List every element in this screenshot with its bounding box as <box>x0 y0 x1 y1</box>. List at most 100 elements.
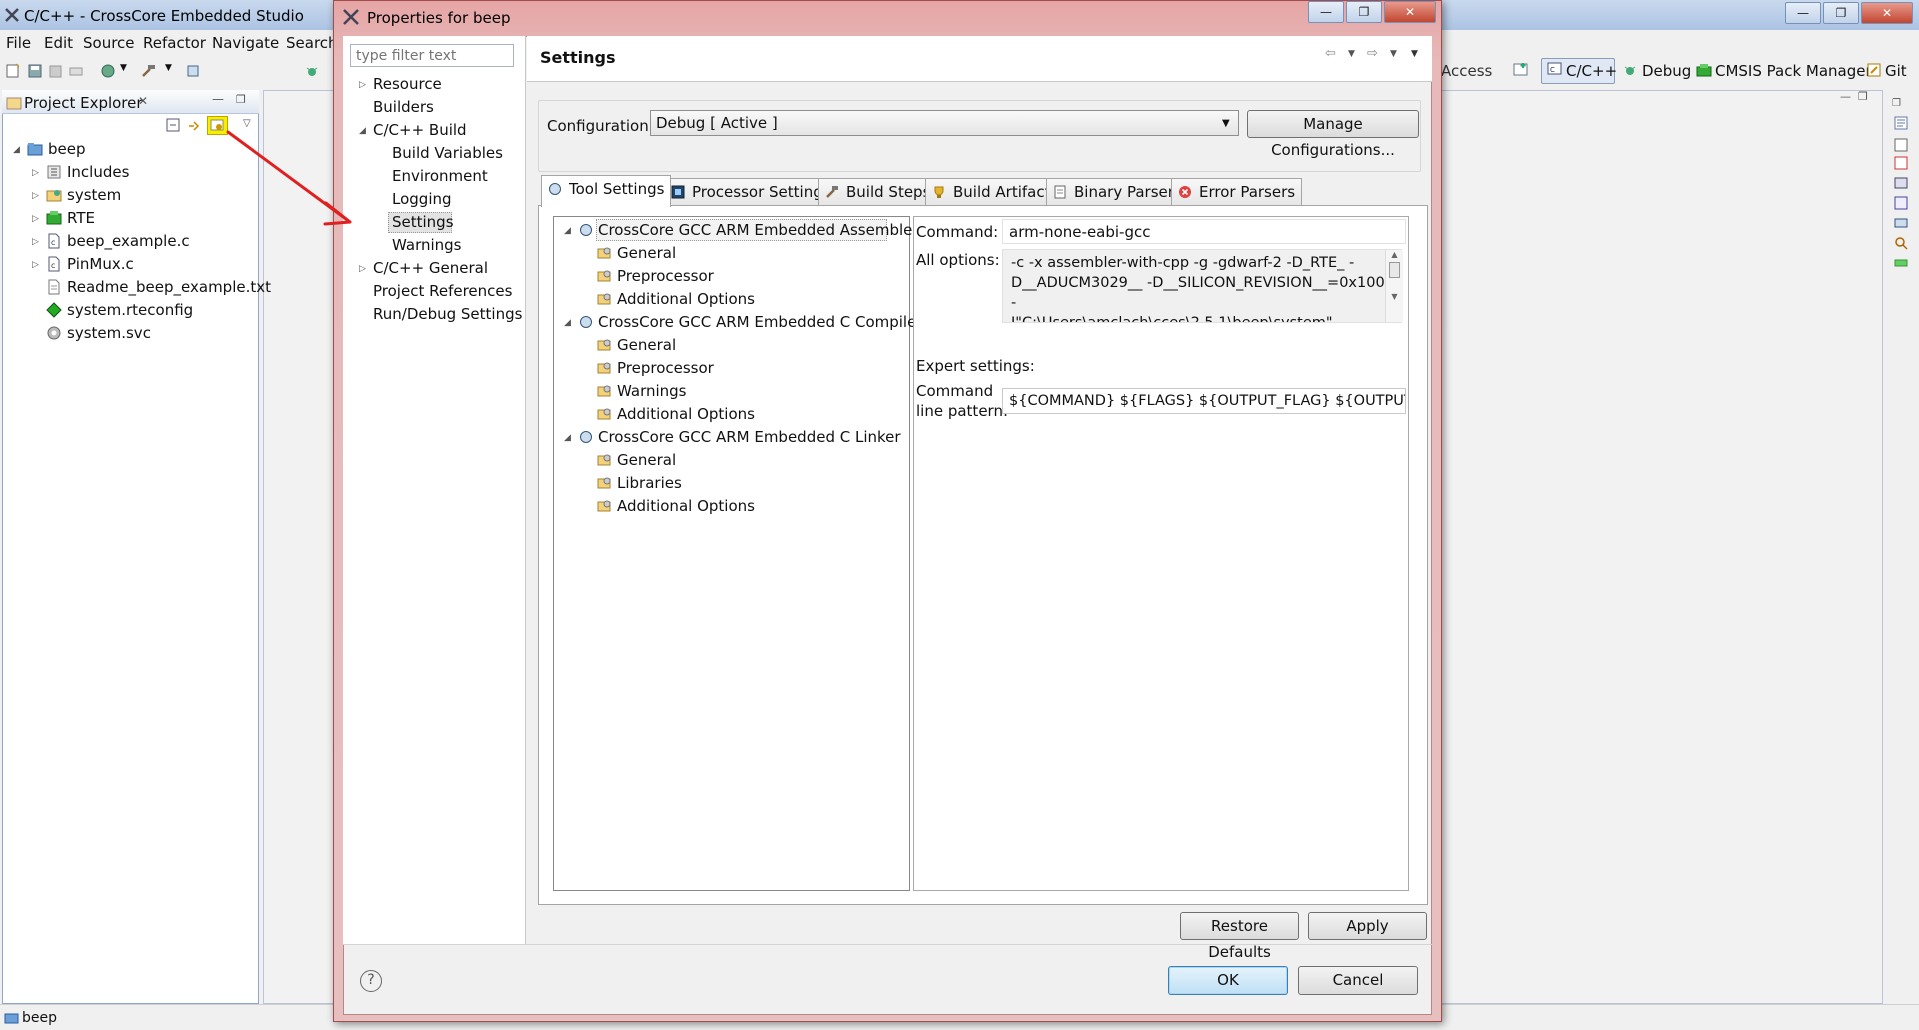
perspective-cmsis[interactable]: CMSIS Pack Manager <box>1715 62 1872 80</box>
tree-item-system-svc[interactable]: system.svc <box>67 324 151 342</box>
expand-arrow-icon[interactable]: ◢ <box>564 226 571 236</box>
tab-processor-settings[interactable]: Processor Settings <box>664 178 838 205</box>
assembler-additional-options[interactable]: Additional Options <box>617 290 755 308</box>
assembler-preprocessor[interactable]: Preprocessor <box>617 267 714 285</box>
new-icon[interactable] <box>5 63 21 79</box>
save-icon[interactable] <box>27 63 43 79</box>
page-menu-icon[interactable]: ▼ <box>1411 49 1418 59</box>
configuration-select[interactable]: Debug [ Active ] <box>650 110 1239 136</box>
hammer-icon[interactable] <box>140 63 156 79</box>
nav-resource[interactable]: Resource <box>373 75 442 93</box>
open-perspective-icon[interactable] <box>1512 61 1530 79</box>
tree-item-beep-example-c[interactable]: beep_example.c <box>67 232 190 250</box>
tree-item-system[interactable]: system <box>67 186 121 204</box>
tree-item-rteconfig[interactable]: system.rteconfig <box>67 301 193 319</box>
close-icon[interactable]: ✕ <box>1384 1 1436 23</box>
perspective-cpp[interactable]: C/C++ <box>1566 62 1617 80</box>
expand-arrow-icon[interactable]: ◢ <box>13 145 20 155</box>
view-menu-icon[interactable]: ▽ <box>243 118 251 129</box>
compiler-general[interactable]: General <box>617 336 676 354</box>
perspective-debug[interactable]: Debug <box>1642 62 1691 80</box>
tree-item-pinmux-c[interactable]: PinMux.c <box>67 255 134 273</box>
nav-build-variables[interactable]: Build Variables <box>392 144 503 162</box>
manage-configurations-button[interactable]: Manage Configurations... <box>1247 110 1419 159</box>
project-explorer-title[interactable]: Project Explorer <box>24 94 143 112</box>
dropdown-arrow-icon[interactable]: ▼ <box>1390 49 1397 59</box>
apply-button[interactable]: Apply <box>1308 912 1427 940</box>
restore-icon[interactable]: ❐ <box>1892 98 1901 109</box>
tool-compiler[interactable]: CrossCore GCC ARM Embedded C Compiler <box>598 313 923 331</box>
tool-assembler[interactable]: CrossCore GCC ARM Embedded Assembler <box>598 221 919 239</box>
minimize-icon[interactable]: — <box>1785 2 1821 24</box>
menu-navigate[interactable]: Navigate <box>212 34 279 52</box>
tree-item-rte[interactable]: RTE <box>67 209 95 227</box>
nav-environment[interactable]: Environment <box>392 167 488 185</box>
tool-linker[interactable]: CrossCore GCC ARM Embedded C Linker <box>598 428 901 446</box>
debug-bug-icon[interactable] <box>304 63 320 79</box>
close-icon[interactable]: ✕ <box>1861 2 1913 24</box>
ok-button[interactable]: OK <box>1168 966 1288 995</box>
compiler-warnings[interactable]: Warnings <box>617 382 687 400</box>
collapse-all-icon[interactable] <box>166 118 181 133</box>
quick-access-field[interactable]: Access <box>1441 62 1492 80</box>
maximize-icon[interactable]: ❐ <box>1346 1 1382 23</box>
expand-arrow-icon[interactable]: ◢ <box>564 318 571 328</box>
tree-project-beep[interactable]: beep <box>48 140 86 158</box>
help-icon[interactable]: ? <box>360 970 382 992</box>
tab-error-parsers[interactable]: Error Parsers <box>1171 178 1303 205</box>
dropdown-arrow-icon[interactable]: ▼ <box>1348 49 1355 59</box>
tab-binary-parsers[interactable]: Binary Parsers <box>1046 178 1189 205</box>
task-list-icon[interactable] <box>1894 138 1908 152</box>
console-icon[interactable] <box>1894 176 1908 190</box>
collapsed-arrow-icon[interactable]: ▷ <box>359 80 366 90</box>
linker-general[interactable]: General <box>617 451 676 469</box>
expand-arrow-icon[interactable]: ◢ <box>564 433 571 443</box>
maximize-icon[interactable]: ❐ <box>1823 2 1859 24</box>
nav-settings[interactable]: Settings <box>392 213 454 231</box>
tab-tool-settings[interactable]: Tool Settings <box>541 175 672 207</box>
cancel-button[interactable]: Cancel <box>1298 966 1418 995</box>
maximize-view-icon[interactable]: ❐ <box>236 93 246 106</box>
problems-icon[interactable] <box>1894 156 1908 170</box>
close-view-icon[interactable]: ✕ <box>138 94 148 108</box>
assembler-general[interactable]: General <box>617 244 676 262</box>
command-field[interactable]: arm-none-eabi-gcc <box>1002 219 1406 244</box>
collapsed-arrow-icon[interactable]: ▷ <box>32 260 39 270</box>
filter-input[interactable] <box>350 44 514 67</box>
tree-item-readme[interactable]: Readme_beep_example.txt <box>67 278 271 296</box>
linker-additional-options[interactable]: Additional Options <box>617 497 755 515</box>
nav-logging[interactable]: Logging <box>392 190 452 208</box>
compiler-additional-options[interactable]: Additional Options <box>617 405 755 423</box>
forward-arrow-icon[interactable]: ⇨ <box>1367 46 1378 61</box>
chevron-down-icon[interactable]: ▼ <box>1222 118 1230 129</box>
collapsed-arrow-icon[interactable]: ▷ <box>32 168 39 178</box>
nav-project-references[interactable]: Project References <box>373 282 512 300</box>
minimize-icon[interactable]: — <box>1308 1 1344 23</box>
memory-icon[interactable] <box>1894 216 1908 230</box>
chip-icon[interactable] <box>185 63 201 79</box>
dropdown-arrow-icon[interactable]: ▼ <box>120 63 127 73</box>
restore-defaults-button[interactable]: Restore Defaults <box>1180 912 1299 961</box>
menu-edit[interactable]: Edit <box>44 34 73 52</box>
link-with-editor-icon[interactable] <box>187 118 202 133</box>
menu-file[interactable]: File <box>6 34 31 52</box>
tab-build-artifact[interactable]: Build Artifact <box>925 178 1058 205</box>
all-options-scrollbar[interactable]: ▲ ▼ <box>1385 250 1403 322</box>
nav-builders[interactable]: Builders <box>373 98 434 116</box>
command-line-pattern-field[interactable]: ${COMMAND} ${FLAGS} ${OUTPUT_FLAG} ${OUT… <box>1002 388 1406 414</box>
collapsed-arrow-icon[interactable]: ▷ <box>32 237 39 247</box>
properties-icon[interactable] <box>1894 196 1908 210</box>
all-options-field[interactable]: -c -x assembler-with-cpp -g -gdwarf-2 -D… <box>1002 249 1402 323</box>
search-icon[interactable] <box>1894 236 1908 250</box>
tree-item-includes[interactable]: Includes <box>67 163 129 181</box>
minimize-view-icon[interactable]: — <box>212 92 224 106</box>
dropdown-arrow-icon[interactable]: ▼ <box>165 63 172 73</box>
linker-libraries[interactable]: Libraries <box>617 474 682 492</box>
nav-warnings[interactable]: Warnings <box>392 236 462 254</box>
progress-icon[interactable] <box>1894 256 1908 270</box>
nav-run-debug-settings[interactable]: Run/Debug Settings <box>373 305 522 323</box>
nav-cpp-general[interactable]: C/C++ General <box>373 259 488 277</box>
perspective-git[interactable]: Git <box>1885 62 1907 80</box>
editor-area-min-max-icons[interactable]: — ❐ <box>1840 90 1882 104</box>
outline-icon[interactable] <box>1894 116 1908 130</box>
